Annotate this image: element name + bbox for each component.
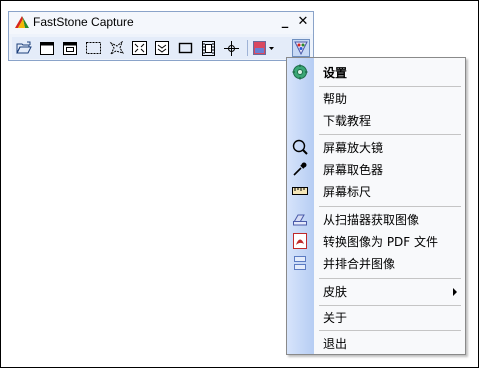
- menu-item-exit[interactable]: 退出: [287, 332, 465, 354]
- menu-separator: [319, 330, 461, 331]
- capture-fixed-region-icon[interactable]: [176, 39, 194, 57]
- menu-item-label: 屏幕标尺: [323, 185, 372, 199]
- scanner-icon: [292, 211, 308, 227]
- join-images-icon: [292, 255, 308, 271]
- eyedropper-icon: [292, 161, 308, 177]
- capture-rectangular-region-icon[interactable]: [84, 39, 102, 57]
- menu-item-label: 屏幕放大镜: [323, 141, 384, 155]
- menu-item-convert-to-pdf[interactable]: 转换图像为 PDF 文件: [287, 230, 465, 252]
- menu-item-label: 屏幕取色器: [323, 163, 384, 177]
- crosshair-icon[interactable]: [222, 39, 240, 57]
- title-bar[interactable]: FastStone Capture _ ✕: [9, 12, 313, 34]
- menu-item-settings[interactable]: 设置: [287, 61, 465, 83]
- toolbar-separator: [247, 40, 248, 56]
- capture-window-object-icon[interactable]: [61, 39, 79, 57]
- minimize-button[interactable]: _: [277, 14, 293, 30]
- menu-item-label: 退出: [323, 337, 348, 351]
- menu-separator: [319, 206, 461, 207]
- pdf-icon: [292, 233, 308, 249]
- menu-item-label: 设置: [323, 66, 348, 80]
- screen-recorder-icon[interactable]: [199, 39, 217, 57]
- menu-item-about[interactable]: 关于: [287, 306, 465, 328]
- menu-item-label: 并排合并图像: [323, 257, 396, 271]
- capture-active-window-icon[interactable]: [38, 39, 56, 57]
- capture-toolbar: [12, 37, 310, 59]
- menu-item-join-images[interactable]: 并排合并图像: [287, 252, 465, 274]
- menu-item-screen-magnifier[interactable]: 屏幕放大镜: [287, 136, 465, 158]
- magnifier-icon: [292, 139, 308, 155]
- menu-item-color-picker[interactable]: 屏幕取色器: [287, 158, 465, 180]
- menu-separator: [319, 134, 461, 135]
- settings-menu-icon[interactable]: [292, 39, 310, 57]
- faststone-logo-icon: [14, 15, 30, 29]
- submenu-arrow-icon: [453, 288, 457, 296]
- menu-separator: [319, 278, 461, 279]
- settings-dropdown-menu: 设置 帮助 下载教程 屏幕放大镜 屏幕取色器 屏幕标尺 从扫描器获取图像 转换图…: [286, 57, 466, 355]
- gear-icon: [292, 64, 308, 80]
- capture-scrolling-window-icon[interactable]: [153, 39, 171, 57]
- window-title: FastStone Capture: [33, 15, 134, 29]
- menu-item-label: 下载教程: [323, 114, 372, 128]
- faststone-toolbar-window[interactable]: FastStone Capture _ ✕: [8, 11, 314, 61]
- close-button[interactable]: ✕: [295, 14, 311, 30]
- capture-full-screen-icon[interactable]: [130, 39, 148, 57]
- menu-item-skins[interactable]: 皮肤: [287, 280, 465, 302]
- ruler-icon: [292, 183, 308, 199]
- menu-item-label: 关于: [323, 311, 348, 325]
- menu-item-screen-ruler[interactable]: 屏幕标尺: [287, 180, 465, 202]
- menu-item-help[interactable]: 帮助: [287, 87, 465, 109]
- menu-item-label: 帮助: [323, 92, 348, 106]
- menu-item-label: 从扫描器获取图像: [323, 213, 420, 227]
- capture-freehand-region-icon[interactable]: [107, 39, 125, 57]
- output-destination-icon[interactable]: [252, 39, 278, 57]
- menu-item-label: 转换图像为 PDF 文件: [323, 235, 439, 249]
- open-file-icon[interactable]: [15, 39, 33, 57]
- menu-item-acquire-from-scanner[interactable]: 从扫描器获取图像: [287, 208, 465, 230]
- menu-item-label: 皮肤: [323, 285, 348, 299]
- menu-item-download-tutorial[interactable]: 下载教程: [287, 109, 465, 131]
